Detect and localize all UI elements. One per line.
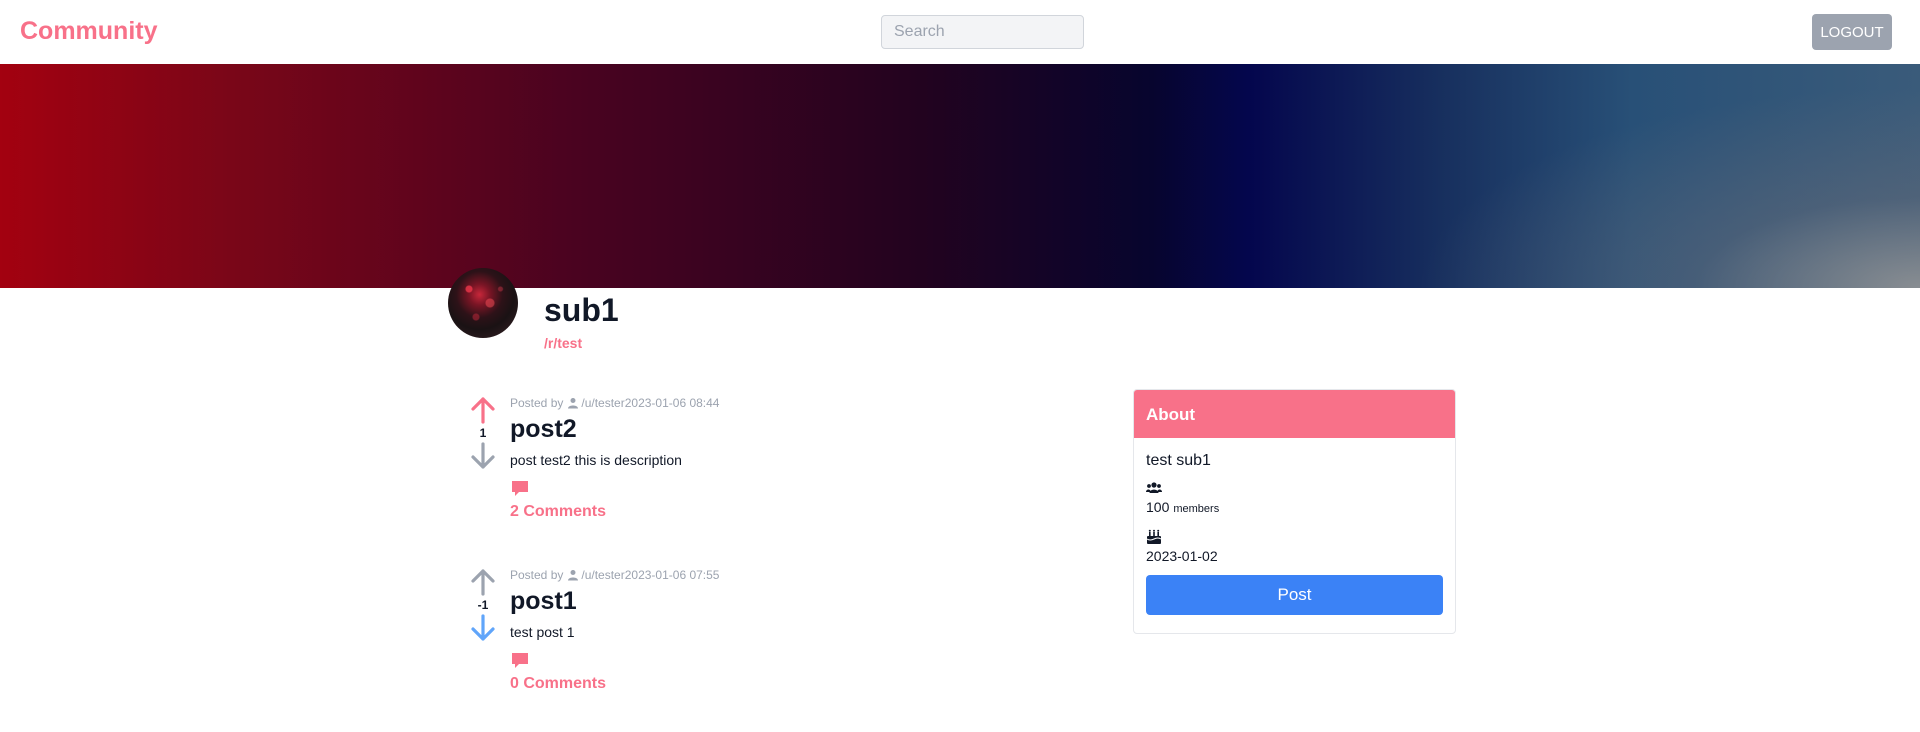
navbar: Community LOGOUT bbox=[0, 0, 1920, 64]
member-count-value: 100 bbox=[1146, 499, 1170, 515]
create-post-button[interactable]: Post bbox=[1146, 575, 1443, 615]
upvote-arrow-icon[interactable] bbox=[470, 567, 496, 597]
vote-column: -1 bbox=[470, 567, 496, 643]
sub-description: test sub1 bbox=[1146, 452, 1211, 469]
cake-icon bbox=[1146, 529, 1162, 544]
vote-score: 1 bbox=[479, 426, 487, 440]
post-description: test post 1 bbox=[510, 624, 575, 640]
post-meta: Posted by /u/tester 2023-01-06 07:55 bbox=[510, 567, 1070, 583]
comment-icon[interactable] bbox=[510, 479, 530, 499]
comments-link[interactable]: 0 Comments bbox=[510, 675, 1070, 693]
downvote-arrow-icon[interactable] bbox=[470, 441, 496, 471]
about-heading: About bbox=[1134, 390, 1455, 438]
posted-by-label: Posted by bbox=[510, 568, 564, 582]
member-count: 100 members bbox=[1146, 498, 1443, 516]
post-author-link[interactable]: /u/tester bbox=[581, 567, 624, 583]
user-icon bbox=[568, 398, 579, 409]
vote-score: -1 bbox=[477, 598, 489, 612]
sub-avatar[interactable] bbox=[448, 268, 518, 338]
sub-path: /r/test bbox=[544, 335, 583, 351]
sub-title: sub1 bbox=[544, 292, 619, 328]
avatar-texture bbox=[448, 268, 518, 338]
vote-column: 1 bbox=[470, 395, 496, 471]
comments-link[interactable]: 2 Comments bbox=[510, 503, 1070, 521]
post-title[interactable]: post2 bbox=[510, 415, 1070, 444]
post-meta: Posted by /u/tester 2023-01-06 08:44 bbox=[510, 395, 1070, 411]
search-input[interactable] bbox=[881, 15, 1084, 49]
upvote-arrow-icon[interactable] bbox=[470, 395, 496, 425]
created-date: 2023-01-02 bbox=[1146, 548, 1218, 564]
post-body: Posted by /u/tester 2023-01-06 08:44 pos… bbox=[510, 395, 1070, 521]
post-date: 2023-01-06 07:55 bbox=[624, 568, 720, 582]
logout-button[interactable]: LOGOUT bbox=[1812, 14, 1892, 50]
sub-banner bbox=[0, 64, 1920, 288]
post-title[interactable]: post1 bbox=[510, 587, 1070, 616]
user-icon bbox=[568, 570, 579, 581]
member-count-unit: members bbox=[1173, 503, 1220, 515]
post-body: Posted by /u/tester 2023-01-06 07:55 pos… bbox=[510, 567, 1070, 693]
post-description: post test2 this is description bbox=[510, 452, 682, 468]
comment-icon[interactable] bbox=[510, 651, 530, 671]
members-icon bbox=[1146, 482, 1162, 493]
posted-by-label: Posted by bbox=[510, 396, 564, 410]
post-date: 2023-01-06 08:44 bbox=[624, 396, 720, 410]
about-card: About test sub1 100 members 2023-01-02 Po… bbox=[1133, 389, 1456, 634]
post-author-link[interactable]: /u/tester bbox=[581, 395, 624, 411]
about-body: test sub1 100 members 2023-01-02 Post bbox=[1134, 438, 1455, 615]
banner-overlay bbox=[0, 64, 1920, 288]
downvote-arrow-icon[interactable] bbox=[470, 613, 496, 643]
brand-logo[interactable]: Community bbox=[20, 17, 158, 46]
